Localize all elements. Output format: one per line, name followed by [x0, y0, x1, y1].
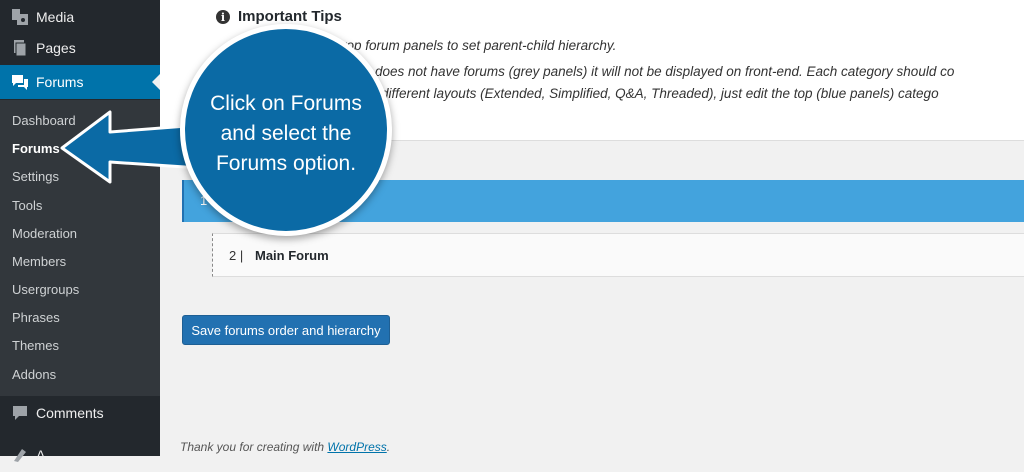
sidebar-item-label: A	[36, 447, 46, 463]
callout-line: and select the	[220, 122, 352, 145]
sidebar-item-comments[interactable]: Comments	[0, 396, 160, 430]
save-forums-order-button[interactable]: Save forums order and hierarchy	[182, 315, 390, 345]
admin-footer: Thank you for creating with WordPress.	[180, 440, 390, 454]
submenu-members[interactable]: Members	[12, 254, 66, 269]
sidebar-item-forums[interactable]: Forums	[0, 65, 160, 99]
callout-line: Click on Forums	[210, 92, 362, 115]
instruction-callout: Click on Forums and select the Forums op…	[180, 24, 392, 236]
wordpress-link[interactable]: WordPress	[327, 440, 386, 454]
footer-end: .	[386, 440, 391, 454]
tips-title: Important Tips	[238, 8, 342, 25]
submenu-settings[interactable]: Settings	[12, 169, 59, 184]
callout-text: Click on Forums and select the Forums op…	[185, 89, 387, 179]
footer-text: Thank you for creating with	[180, 440, 328, 454]
tip-line: rop forum panels to set parent-child hie…	[342, 38, 617, 53]
sidebar-item-label: Forums	[36, 74, 84, 90]
submenu-themes[interactable]: Themes	[12, 338, 59, 353]
sidebar-item-pages[interactable]: Pages	[0, 31, 160, 65]
submenu-phrases[interactable]: Phrases	[12, 310, 60, 325]
admin-sidebar: Media Pages Forums Dashboard Forums Sett…	[0, 0, 160, 463]
tip-line: nels) does not have forums (grey panels)…	[342, 64, 955, 79]
submenu-addons[interactable]: Addons	[12, 367, 56, 382]
current-menu-arrow	[152, 74, 160, 90]
sidebar-item-label: Comments	[36, 405, 104, 421]
submenu-usergroups[interactable]: Usergroups	[12, 282, 79, 297]
info-icon: i	[216, 10, 230, 24]
sidebar-item-appearance[interactable]: A	[0, 438, 160, 472]
forum-panel[interactable]: 2 | Main Forum	[212, 233, 1024, 277]
forums-icon	[10, 72, 30, 92]
sidebar-item-label: Media	[36, 9, 75, 25]
submenu-tools[interactable]: Tools	[12, 198, 42, 213]
submenu-forums[interactable]: Forums	[12, 141, 60, 156]
forum-number: 2 |	[229, 248, 244, 263]
forums-submenu: Dashboard Forums Settings Tools Moderati…	[0, 100, 160, 396]
sidebar-item-label: Pages	[36, 40, 76, 56]
callout-line: Forums option.	[215, 152, 357, 175]
appearance-icon	[10, 445, 30, 465]
submenu-dashboard[interactable]: Dashboard	[12, 113, 76, 128]
sidebar-item-media[interactable]: Media	[0, 0, 160, 34]
submenu-moderation[interactable]: Moderation	[12, 226, 77, 241]
tip-line: d with different layouts (Extended, Simp…	[342, 86, 939, 101]
pages-icon	[10, 38, 30, 58]
comments-icon	[10, 403, 30, 423]
forum-title: Main Forum	[255, 248, 329, 263]
media-icon	[10, 7, 30, 27]
